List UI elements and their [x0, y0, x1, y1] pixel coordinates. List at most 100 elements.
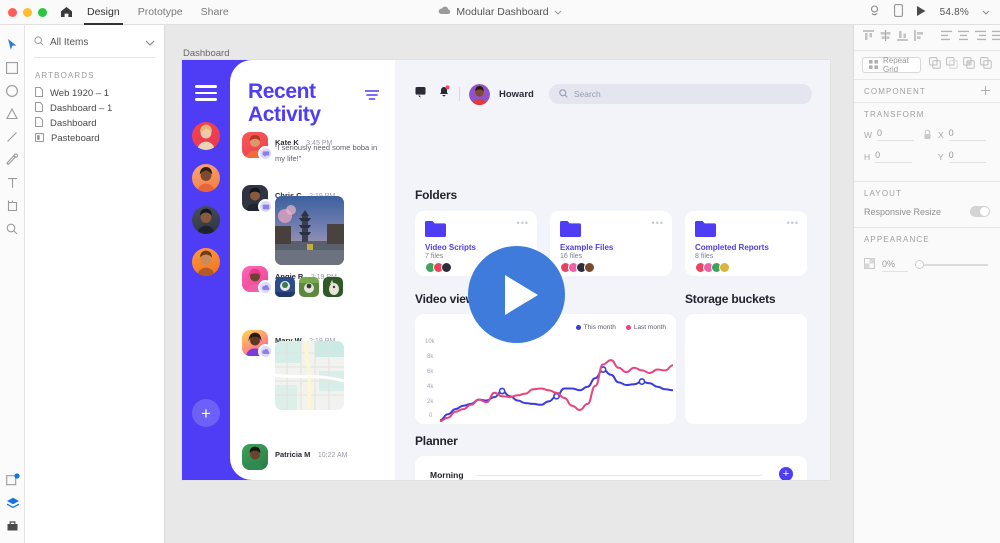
transform-row-w-x[interactable]: W 0 X 0	[864, 128, 990, 141]
align-top-icon[interactable]	[862, 29, 875, 47]
zoom-tool[interactable]	[0, 217, 25, 240]
distribute-right-icon[interactable]	[974, 29, 987, 47]
minimize-window-button[interactable]	[23, 7, 32, 17]
transform-fields[interactable]: W 0 X 0 H 0 Y 0	[854, 125, 1000, 181]
notification-bell-icon[interactable]	[438, 85, 450, 103]
add-shape-icon[interactable]	[929, 56, 941, 74]
filter-icon[interactable]	[364, 87, 380, 105]
distribute-center-icon[interactable]	[957, 29, 970, 47]
device-preview-icon[interactable]	[893, 4, 903, 20]
lock-aspect-ratio-icon[interactable]	[916, 129, 938, 140]
repeat-grid-row[interactable]: Repeat Grid	[854, 51, 1000, 80]
repeat-grid-button[interactable]: Repeat Grid	[862, 56, 921, 74]
artboard-dashboard[interactable]: + Recent Activity Kate K 3:45 PM “I seri…	[182, 60, 830, 480]
window-controls[interactable]	[8, 7, 47, 17]
zoom-chevron-down-icon[interactable]	[982, 7, 990, 18]
layer-item-dashboard[interactable]: Dashboard	[25, 116, 164, 131]
plugins-icon[interactable]	[0, 468, 25, 491]
play-button-overlay[interactable]	[468, 246, 565, 343]
align-group[interactable]	[862, 29, 926, 47]
search-input[interactable]	[50, 36, 138, 48]
artboard-tool[interactable]	[0, 194, 25, 217]
line-tool[interactable]	[0, 125, 25, 148]
tab-share[interactable]: Share	[201, 0, 229, 25]
chevron-down-icon[interactable]	[554, 6, 562, 18]
storage-buckets-card[interactable]	[685, 314, 807, 424]
responsive-resize-row[interactable]: Responsive Resize	[854, 204, 1000, 227]
toolbar-bottom-group[interactable]	[0, 468, 25, 537]
artboard-name-label[interactable]: Dashboard	[183, 48, 229, 59]
width-value[interactable]: 0	[877, 128, 915, 141]
exclude-shape-icon[interactable]	[980, 56, 992, 74]
avatar[interactable]	[469, 83, 490, 105]
plus-icon[interactable]	[981, 85, 990, 97]
layer-item-pasteboard[interactable]: Pasteboard	[25, 131, 164, 146]
subtract-shape-icon[interactable]	[946, 56, 958, 74]
x-field[interactable]: X 0	[938, 128, 990, 141]
document-title-group[interactable]: Modular Dashboard	[370, 6, 630, 18]
boolean-ops-group[interactable]	[929, 56, 992, 74]
rail-avatar[interactable]	[192, 164, 220, 192]
align-vertical-center-icon[interactable]	[879, 29, 892, 47]
intersect-shape-icon[interactable]	[963, 56, 975, 74]
folder-menu-icon[interactable]: •••	[517, 218, 529, 228]
rail-avatar[interactable]	[192, 248, 220, 276]
folder-card[interactable]: ••• Completed Reports 8 files	[685, 211, 807, 276]
play-icon[interactable]	[916, 5, 927, 20]
height-field[interactable]: H 0	[864, 150, 916, 163]
activity-thumb[interactable]	[299, 277, 319, 297]
distribute-justify-icon[interactable]	[991, 29, 1000, 47]
rail-avatar[interactable]	[192, 122, 220, 150]
activity-thumb[interactable]	[323, 277, 343, 297]
rectangle-tool[interactable]	[0, 56, 25, 79]
tab-design[interactable]: Design	[84, 0, 123, 25]
folder-card[interactable]: ••• Example Files 16 files	[550, 211, 672, 276]
tab-prototype[interactable]: Prototype	[138, 0, 183, 25]
align-left-edge-icon[interactable]	[913, 29, 926, 47]
align-toolbar[interactable]	[854, 25, 1000, 51]
opacity-value[interactable]: 0%	[882, 259, 908, 272]
folder-menu-icon[interactable]: •••	[787, 218, 799, 228]
activity-photo-group[interactable]	[275, 277, 343, 297]
mode-tabs[interactable]: Design Prototype Share	[84, 0, 229, 25]
distribute-left-icon[interactable]	[940, 29, 953, 47]
layer-item-web-1920-1[interactable]: Web 1920 – 1	[25, 86, 164, 101]
search-input[interactable]: Search	[548, 84, 812, 104]
folder-menu-icon[interactable]: •••	[652, 218, 664, 228]
opacity-row[interactable]: 0%	[854, 250, 1000, 274]
activity-photo[interactable]	[275, 196, 344, 265]
add-person-button[interactable]: +	[192, 399, 220, 427]
titlebar-actions[interactable]: 54.8%	[868, 4, 990, 20]
home-icon[interactable]	[60, 6, 73, 18]
hamburger-menu-icon[interactable]	[195, 85, 217, 105]
layers-filter-chevron-icon[interactable]	[145, 33, 155, 51]
planner-card[interactable]: Morning + Make Breakfast ••• Meeting Wit…	[415, 456, 807, 480]
text-tool[interactable]	[0, 171, 25, 194]
chat-icon[interactable]	[415, 85, 429, 103]
pen-tool[interactable]	[0, 148, 25, 171]
activity-map[interactable]	[275, 341, 344, 410]
layers-search-row[interactable]	[34, 33, 155, 58]
opacity-slider[interactable]	[915, 260, 988, 269]
width-field[interactable]: W 0	[864, 128, 916, 141]
polygon-tool[interactable]	[0, 102, 25, 125]
tool-palette[interactable]	[0, 25, 25, 543]
planner-add-button[interactable]: +	[779, 467, 793, 480]
layer-item-dashboard-1[interactable]: Dashboard – 1	[25, 101, 164, 116]
align-bottom-icon[interactable]	[896, 29, 909, 47]
select-tool[interactable]	[0, 33, 25, 56]
component-section-header[interactable]: COMPONENT	[854, 80, 1000, 102]
close-window-button[interactable]	[8, 7, 17, 17]
activity-thumb[interactable]	[275, 277, 295, 297]
coedit-icon[interactable]	[868, 4, 881, 20]
y-value[interactable]: 0	[948, 150, 986, 163]
zoom-level[interactable]: 54.8%	[940, 7, 969, 18]
maximize-window-button[interactable]	[38, 7, 47, 17]
y-field[interactable]: Y 0	[938, 150, 990, 163]
height-value[interactable]: 0	[875, 150, 913, 163]
design-canvas[interactable]: Dashboard + Recent Activity Kate K 3:45 …	[165, 25, 853, 543]
x-value[interactable]: 0	[948, 128, 986, 141]
transform-row-h-y[interactable]: H 0 Y 0	[864, 150, 990, 163]
layers-icon[interactable]	[0, 514, 25, 537]
distribute-group[interactable]	[940, 29, 1000, 47]
